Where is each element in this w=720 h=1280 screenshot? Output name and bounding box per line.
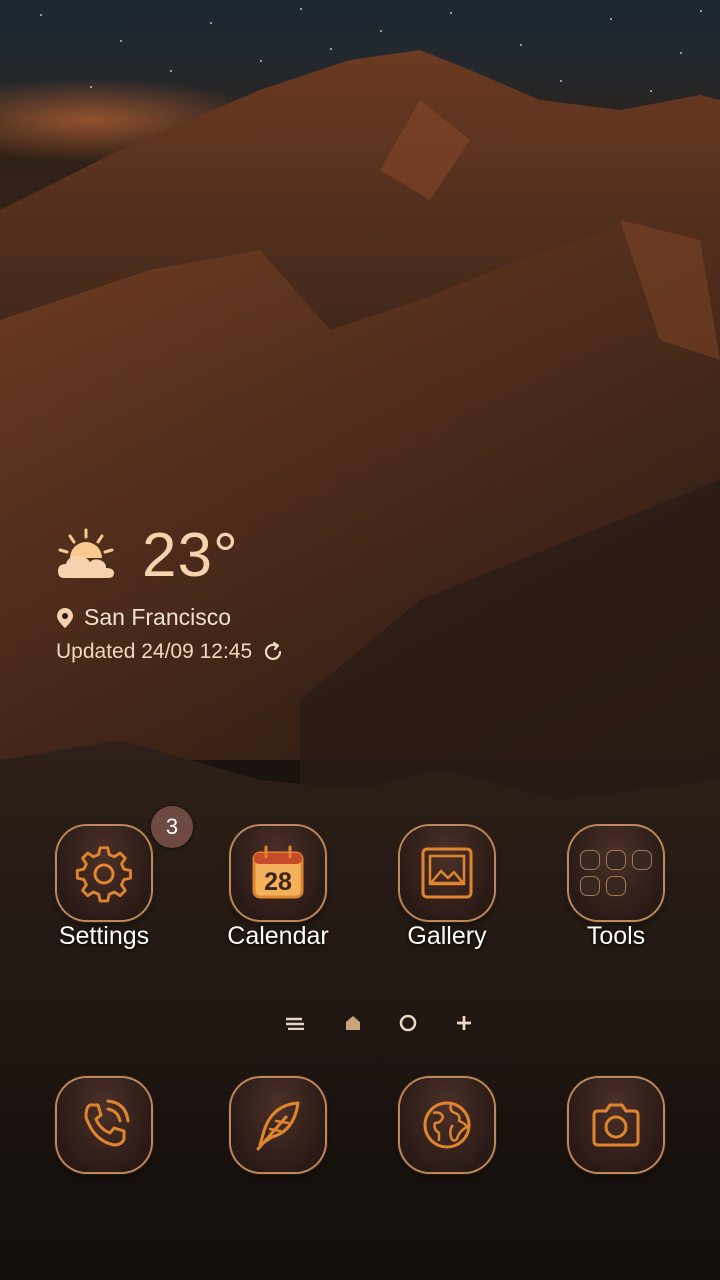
app-tools-folder[interactable]: Tools [541,826,691,966]
page-dot-icon[interactable] [398,1013,418,1033]
refresh-icon[interactable] [262,641,284,663]
add-page-icon[interactable] [454,1013,474,1033]
app-calendar[interactable]: 28 Calendar [203,826,353,966]
feather-icon [256,1101,300,1151]
location-pin-icon [57,607,73,628]
app-gallery[interactable]: Gallery [372,826,522,966]
tools-tile[interactable] [569,826,663,920]
gear-icon [75,846,132,903]
globe-icon [423,1101,471,1149]
image-icon [421,847,473,899]
home-page-icon[interactable] [344,1014,362,1032]
app-label-gallery: Gallery [407,922,487,950]
settings-tile[interactable] [57,826,151,920]
weather-widget[interactable]: 23° San Francisco Updated 24/09 12:45 [56,520,376,670]
gallery-tile[interactable] [400,826,494,920]
calendar-tile[interactable]: 28 [231,826,325,920]
partly-sunny-icon [58,528,114,578]
temperature: 23° [142,521,239,590]
page-indicator [282,1010,471,1036]
calendar-date: 28 [264,868,292,896]
location-row: San Francisco [56,604,231,631]
updated-time: Updated 24/09 12:45 [56,640,253,663]
app-label-settings: Settings [58,922,150,950]
phone-icon [84,1099,130,1147]
app-settings[interactable]: 3 Settings [29,806,193,966]
dock-notes[interactable] [231,1078,325,1172]
camera-icon [592,1103,640,1147]
dock-phone[interactable] [57,1078,151,1172]
dock-camera[interactable] [569,1078,663,1172]
calendar-icon: 28 [252,845,304,899]
notification-badge: 3 [151,806,193,848]
folder-icon [580,850,652,896]
page-menu-icon[interactable] [282,1016,308,1030]
dock-browser[interactable] [400,1078,494,1172]
updated-row: Updated 24/09 12:45 [56,640,284,664]
location-name: San Francisco [84,604,232,630]
app-label-tools: Tools [586,922,646,950]
app-label-calendar: Calendar [227,922,329,950]
